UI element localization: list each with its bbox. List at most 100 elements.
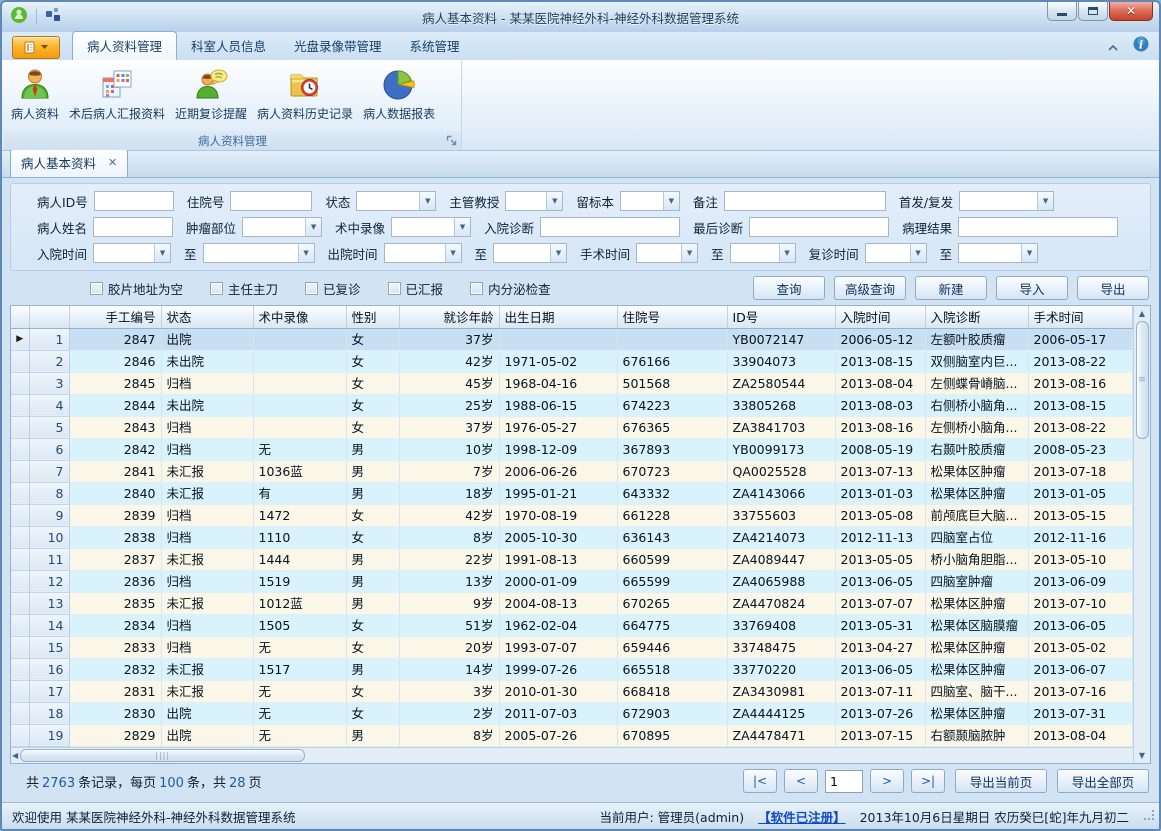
- next-page-button[interactable]: >: [870, 769, 904, 793]
- ribbon-button-病人数据报表[interactable]: 病人数据报表: [358, 64, 440, 124]
- query-button[interactable]: 查询: [753, 276, 825, 300]
- filter-combo-first_recur[interactable]: ▼: [959, 191, 1054, 211]
- filter-combo-revisit_from[interactable]: ▼: [865, 243, 927, 263]
- checkbox-chief_surgeon[interactable]: 主任主刀: [210, 279, 278, 298]
- column-header-入院诊断[interactable]: 入院诊断: [925, 306, 1028, 328]
- column-header-状态[interactable]: 状态: [161, 306, 253, 328]
- vertical-scrollbar[interactable]: ▲ ≡ ▼: [1133, 306, 1150, 763]
- hscroll-thumb[interactable]: ||||: [20, 749, 305, 762]
- ribbon-button-病人资料[interactable]: 病人资料: [6, 64, 64, 124]
- table-row[interactable]: 162832未汇报1517男14岁1999-07-266655183377022…: [11, 658, 1133, 680]
- column-header-入院时间[interactable]: 入院时间: [835, 306, 925, 328]
- column-header-blank[interactable]: [29, 306, 69, 328]
- filter-combo-admit_from[interactable]: ▼: [93, 243, 171, 263]
- filter-combo-discharge_from[interactable]: ▼: [384, 243, 462, 263]
- table-row[interactable]: 82840未汇报有男18岁1995-01-21643332ZA414306620…: [11, 482, 1133, 504]
- new-button[interactable]: 新建: [915, 276, 987, 300]
- adv_query-button[interactable]: 高级查询: [834, 276, 906, 300]
- table-row[interactable]: 92839归档1472女42岁1970-08-19661228337556032…: [11, 504, 1133, 526]
- scroll-left-icon[interactable]: ◀: [12, 749, 18, 762]
- table-row[interactable]: 182830出院无女2岁2011-07-03672903ZA4444125201…: [11, 702, 1133, 724]
- tab-patient-basic-data[interactable]: 病人基本资料 ✕: [10, 148, 128, 177]
- export-all-pages-button[interactable]: 导出全部页: [1057, 769, 1149, 793]
- table-row[interactable]: 22846未出院女42岁1971-05-02676166339040732013…: [11, 350, 1133, 372]
- table-row[interactable]: 172831未汇报无女3岁2010-01-30668418ZA343098120…: [11, 680, 1133, 702]
- filter-combo-admit_to[interactable]: ▼: [203, 243, 315, 263]
- page-number-input[interactable]: [825, 770, 863, 793]
- scroll-down-icon[interactable]: ▼: [1139, 749, 1145, 762]
- export-current-page-button[interactable]: 导出当前页: [955, 769, 1047, 793]
- table-row[interactable]: 42844未出院女25岁1988-06-15674223338052682013…: [11, 394, 1133, 416]
- checkbox-revisited[interactable]: 已复诊: [305, 279, 361, 298]
- resize-grip-icon[interactable]: [1143, 806, 1155, 825]
- ribbon-button-病人资料历史记录[interactable]: 病人资料历史记录: [252, 64, 358, 124]
- filter-input-name[interactable]: [93, 217, 173, 237]
- ribbon-tab-科室人员信息[interactable]: 科室人员信息: [177, 32, 280, 60]
- filter-input-remark[interactable]: [724, 191, 886, 211]
- ribbon-tab-病人资料管理[interactable]: 病人资料管理: [72, 31, 177, 60]
- filter-combo-tumor_site[interactable]: ▼: [242, 217, 322, 237]
- filter-input-admit_diag[interactable]: [540, 217, 680, 237]
- filter-combo-status[interactable]: ▼: [356, 191, 436, 211]
- first-page-button[interactable]: |<: [743, 769, 777, 793]
- filter-combo-professor[interactable]: ▼: [505, 191, 563, 211]
- app-logo-icon[interactable]: [10, 6, 28, 28]
- collapse-ribbon-icon[interactable]: [1107, 37, 1119, 56]
- table-row[interactable]: 122836归档1519男13岁2000-01-09665599ZA406598…: [11, 570, 1133, 592]
- ribbon-tab-系统管理[interactable]: 系统管理: [396, 32, 474, 60]
- table-row[interactable]: 72841未汇报1036蓝男7岁2006-06-26670723QA002552…: [11, 460, 1133, 482]
- vscroll-thumb[interactable]: ≡: [1136, 321, 1149, 439]
- ribbon-tab-光盘录像带管理[interactable]: 光盘录像带管理: [280, 32, 396, 60]
- chevron-down-icon: ▼: [1021, 244, 1037, 262]
- column-header-手术时间[interactable]: 手术时间: [1028, 306, 1133, 328]
- column-header-就诊年龄[interactable]: 就诊年龄: [399, 306, 499, 328]
- ribbon-button-术后病人汇报资料[interactable]: 术后病人汇报资料: [64, 64, 170, 124]
- table-row[interactable]: 152833归档无女20岁1993-07-0765944633748475201…: [11, 636, 1133, 658]
- info-icon[interactable]: i: [1133, 36, 1149, 56]
- checkbox-reported[interactable]: 已汇报: [388, 279, 444, 298]
- checkbox-film_addr_empty[interactable]: 胶片地址为空: [90, 279, 183, 298]
- table-row[interactable]: 102838归档1110女8岁2005-10-30636143ZA4214073…: [11, 526, 1133, 548]
- table-row[interactable]: 112837未汇报1444男22岁1991-08-13660599ZA40894…: [11, 548, 1133, 570]
- filter-input-patient_id[interactable]: [94, 191, 174, 211]
- filter-combo-surgery_from[interactable]: ▼: [636, 243, 698, 263]
- table-row[interactable]: 142834归档1505女51岁1962-02-0466477533769408…: [11, 614, 1133, 636]
- column-header-blank[interactable]: [11, 306, 29, 328]
- registered-link[interactable]: 【软件已注册】: [758, 807, 846, 826]
- table-row[interactable]: 52843归档女37岁1976-05-27676365ZA38417032013…: [11, 416, 1133, 438]
- close-button[interactable]: ✕: [1109, 2, 1153, 21]
- filter-combo-discharge_to[interactable]: ▼: [493, 243, 567, 263]
- filter-combo-revisit_to[interactable]: ▼: [958, 243, 1038, 263]
- filter-input-inpatient_no[interactable]: [230, 191, 312, 211]
- column-header-术中录像[interactable]: 术中录像: [253, 306, 346, 328]
- table-row[interactable]: 192829出院无男8岁2005-07-26670895ZA4478471201…: [11, 724, 1133, 746]
- column-header-ID号[interactable]: ID号: [727, 306, 835, 328]
- last-page-button[interactable]: >|: [911, 769, 945, 793]
- horizontal-scrollbar[interactable]: ◀ ||||: [11, 747, 1133, 764]
- prev-page-button[interactable]: <: [784, 769, 818, 793]
- table-row[interactable]: 62842归档无男10岁1998-12-09367893YB0099173200…: [11, 438, 1133, 460]
- table-row[interactable]: 132835未汇报1012蓝男9岁2004-08-13670265ZA44708…: [11, 592, 1133, 614]
- filter-combo-specimen[interactable]: ▼: [620, 191, 680, 211]
- import-button[interactable]: 导入: [996, 276, 1068, 300]
- export-button[interactable]: 导出: [1077, 276, 1149, 300]
- filter-combo-surgery_to[interactable]: ▼: [730, 243, 796, 263]
- checkbox-endocrine_check[interactable]: 内分泌检查: [470, 279, 551, 298]
- column-header-性别[interactable]: 性别: [346, 306, 399, 328]
- column-header-手工编号[interactable]: 手工编号: [69, 306, 161, 328]
- scroll-up-icon[interactable]: ▲: [1139, 307, 1145, 320]
- table-row[interactable]: 32845归档女45岁1968-04-16501568ZA25805442013…: [11, 372, 1133, 394]
- column-header-住院号[interactable]: 住院号: [617, 306, 727, 328]
- grid-icon[interactable]: [45, 7, 61, 27]
- tab-close-icon[interactable]: ✕: [108, 156, 117, 169]
- table-row[interactable]: ▶12847出院女37岁YB00721472006-05-12左额叶胶质瘤200…: [11, 328, 1133, 350]
- dialog-launcher-icon[interactable]: [446, 135, 457, 149]
- maximize-button[interactable]: [1078, 2, 1108, 21]
- filter-combo-surgery_video[interactable]: ▼: [391, 217, 471, 237]
- filter-input-pathology[interactable]: [958, 217, 1118, 237]
- minimize-button[interactable]: [1047, 2, 1077, 21]
- app-menu-button[interactable]: [12, 36, 60, 59]
- ribbon-button-近期复诊提醒[interactable]: 近期复诊提醒: [170, 64, 252, 124]
- filter-input-final_diag[interactable]: [749, 217, 889, 237]
- column-header-出生日期[interactable]: 出生日期: [499, 306, 617, 328]
